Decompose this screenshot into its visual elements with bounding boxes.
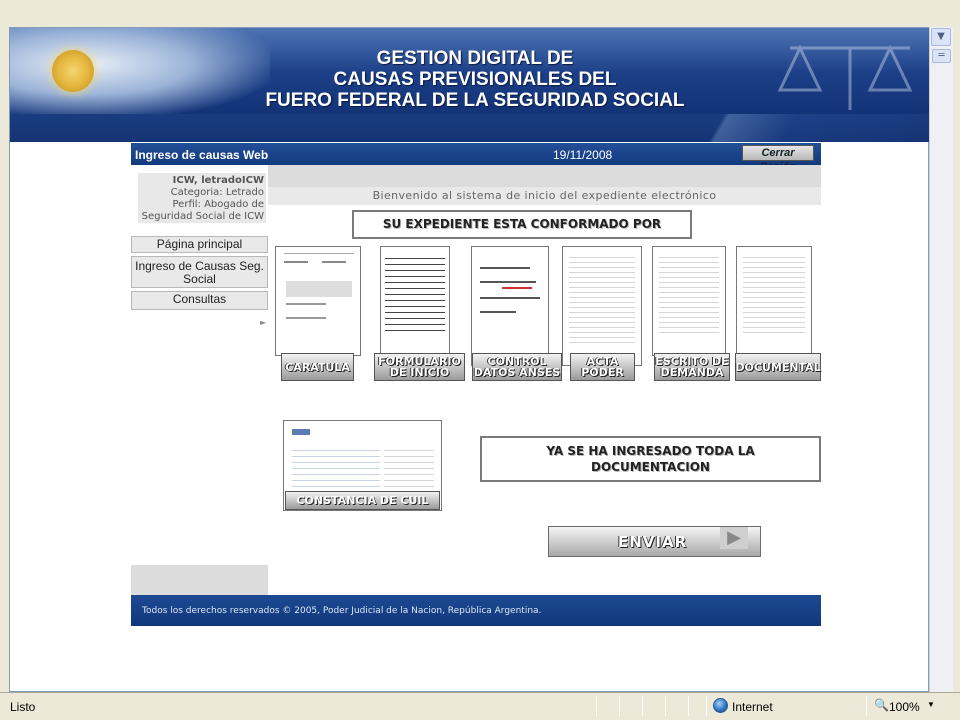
browser-status-bar: Listo Internet 🔍 100% ▼ <box>0 692 960 720</box>
complete-message-line1: YA SE HA INGRESADO TODA LA <box>546 444 755 458</box>
zoom-magnifier-icon[interactable]: 🔍 <box>874 698 889 712</box>
nav-pagina-principal-label: Página principal <box>156 237 243 251</box>
sun-of-may-icon <box>52 50 94 92</box>
acta-poder-button[interactable]: ACTA PODER <box>570 353 635 381</box>
caratula-button[interactable]: CARATULA <box>281 353 354 381</box>
document-thumb-escrito[interactable] <box>652 246 726 356</box>
footer: Todos los derechos reservados © 2005, Po… <box>131 595 821 626</box>
escrito-demanda-button[interactable]: ESCRITO DE DEMANDA <box>654 353 730 381</box>
document-thumb-control[interactable] <box>471 246 549 366</box>
scroll-thumb[interactable]: ═ <box>932 49 951 63</box>
caratula-label: CARATULA <box>285 360 350 374</box>
control-label-2: DATOS ANSES <box>473 366 561 379</box>
document-thumb-documental[interactable] <box>736 246 812 356</box>
justice-scales-icon <box>777 44 913 110</box>
documentation-complete-message: YA SE HA INGRESADO TODA LA DOCUMENTACION <box>480 436 821 482</box>
zoom-level[interactable]: 100% <box>889 700 920 714</box>
banner-title-line2: CAUSAS PREVISIONALES DEL <box>333 69 617 90</box>
logout-button[interactable]: Cerrar Sesión <box>742 145 814 173</box>
user-info: ICW, letradoICW Categoria: Letrado Perfi… <box>138 173 266 223</box>
sidebar <box>131 165 268 565</box>
sidebar-collapse-arrow-icon[interactable]: ► <box>260 318 266 327</box>
app-header: Ingreso de causas Web 19/11/2008 <box>131 143 821 165</box>
app-title: Ingreso de causas Web <box>135 148 269 162</box>
banner-strip-gloss <box>700 114 929 142</box>
documental-label: DOCUMENTAL <box>735 360 821 374</box>
welcome-message: Bienvenido al sistema de inicio del expe… <box>268 187 821 205</box>
vertical-scrollbar[interactable]: ▲ ═ <box>929 27 953 692</box>
user-profile-line1: Perfil: Abogado de <box>172 199 265 210</box>
banner-title-line3: FUERO FEDERAL DE LA SEGURIDAD SOCIAL <box>265 90 685 111</box>
nav-consultas[interactable]: Consultas <box>131 291 268 310</box>
send-arrow-icon[interactable]: ▶ <box>720 527 748 549</box>
security-zone: Internet <box>732 700 773 714</box>
documental-button[interactable]: DOCUMENTAL <box>735 353 821 381</box>
user-name: ICW, letradoICW <box>172 175 264 186</box>
formulario-label-2: DE INICIO <box>389 366 450 379</box>
nav-consultas-label: Consultas <box>172 292 227 306</box>
expediente-heading: SU EXPEDIENTE ESTA CONFORMADO POR <box>352 210 692 239</box>
escrito-label-2: DEMANDA <box>660 366 724 379</box>
current-date: 19/11/2008 <box>553 148 613 162</box>
nav-ingreso-causas[interactable]: Ingreso de Causas Seg. Social <box>131 256 268 288</box>
banner-title-line1: GESTION DIGITAL DE <box>376 48 574 69</box>
status-text: Listo <box>10 700 36 714</box>
copyright-text: Todos los derechos reservados © 2005, Po… <box>142 606 542 616</box>
zoom-chevron-down-icon[interactable]: ▼ <box>927 700 935 709</box>
user-category: Categoria: Letrado <box>170 187 264 198</box>
control-anses-button[interactable]: CONTROL DATOS ANSES <box>472 353 562 381</box>
formulario-inicio-button[interactable]: FORMULARIO DE INICIO <box>374 353 465 381</box>
banner-title: GESTION DIGITAL DE CAUSAS PREVISIONALES … <box>170 48 780 111</box>
scroll-menu-chevron-icon[interactable]: ▼ <box>931 28 951 46</box>
user-profile-line2: Seguridad Social de ICW <box>141 211 264 222</box>
nav-pagina-principal[interactable]: Página principal <box>131 236 268 253</box>
complete-message-line2: DOCUMENTACION <box>591 460 710 474</box>
acta-label-2: PODER <box>581 366 624 379</box>
document-thumb-acta[interactable] <box>562 246 642 366</box>
internet-globe-icon <box>713 698 728 713</box>
document-thumb-caratula[interactable] <box>275 246 361 356</box>
constancia-cuil-button[interactable]: CONSTANCIA DE CUIL <box>285 491 440 510</box>
document-thumb-formulario[interactable] <box>380 246 450 356</box>
nav-ingreso-causas-line2: Social <box>183 272 216 286</box>
send-button-label: ENVIAR <box>618 533 688 551</box>
